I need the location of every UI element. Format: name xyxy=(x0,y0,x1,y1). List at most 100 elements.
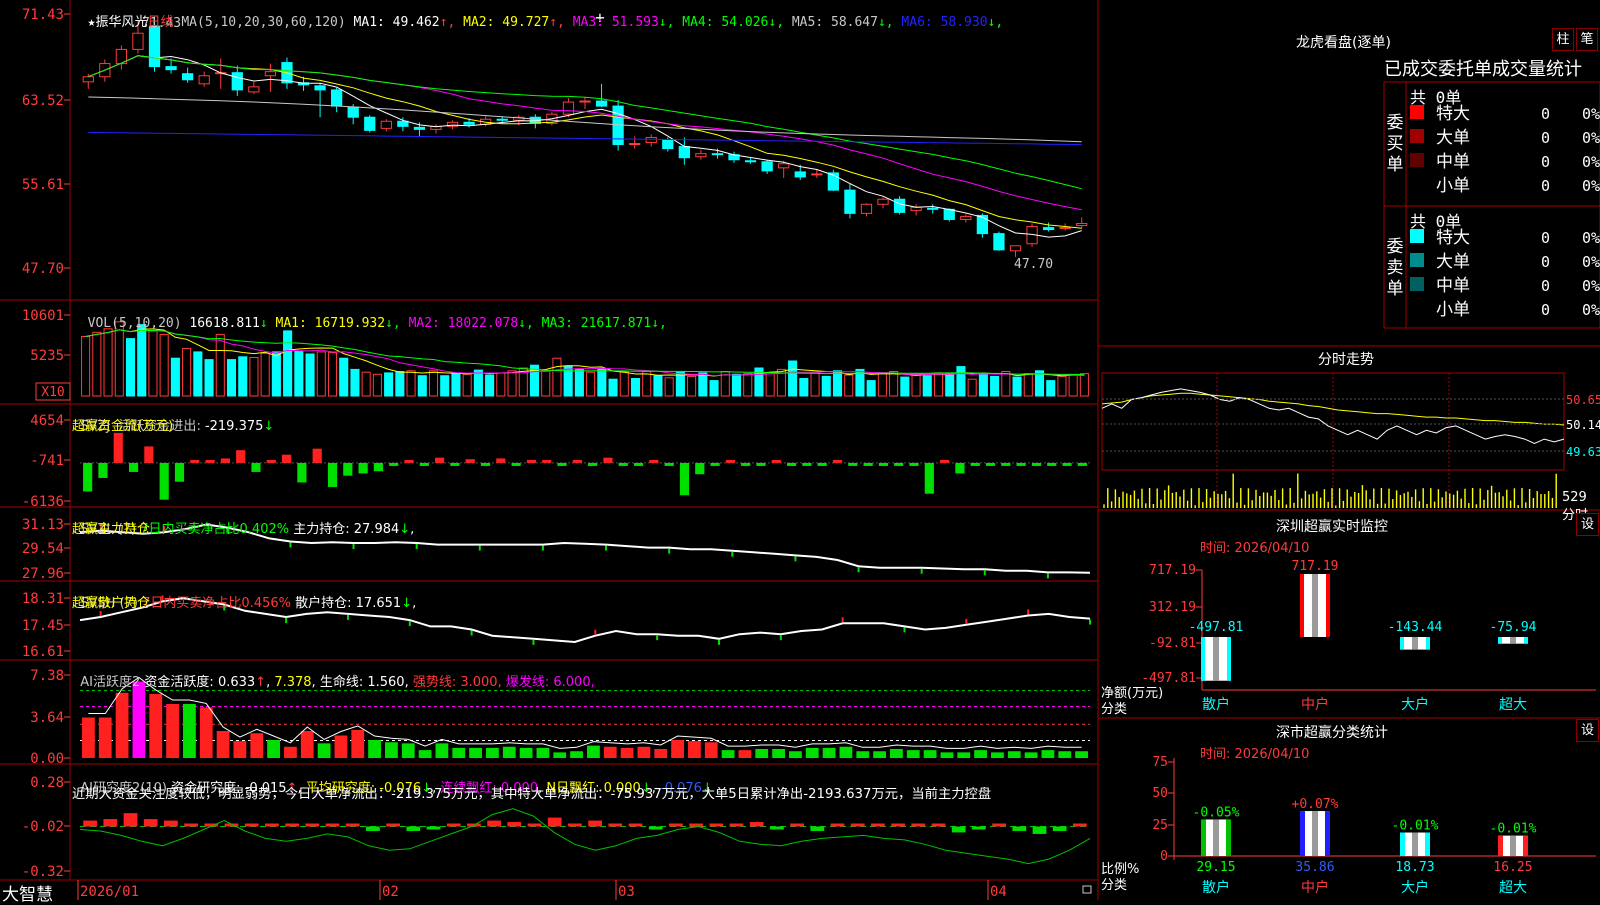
volume-bar xyxy=(1057,375,1067,397)
volume-bar xyxy=(866,380,876,397)
ai-active-bar xyxy=(216,731,230,758)
svzj-bar xyxy=(863,462,873,466)
svzj-bar xyxy=(741,462,751,466)
tab-orders[interactable]: 委托单 xyxy=(1438,59,1492,80)
svzj-bar xyxy=(435,457,445,463)
ai-active-bar xyxy=(334,735,348,758)
volume-bar xyxy=(305,353,315,397)
pen-mode-button[interactable]: 笔 xyxy=(1576,28,1598,51)
ai-active-bar xyxy=(957,752,971,758)
svzj-bar xyxy=(588,462,598,466)
brand-label[interactable]: 大智慧 xyxy=(2,880,53,905)
monitor-value-label: -75.94 xyxy=(1490,620,1537,635)
stat-bar-edge xyxy=(1300,811,1305,856)
vol-header: VOL(5,10,20) 16618.811↓ MA1: 16719.932↓,… xyxy=(72,301,667,331)
volume-bar xyxy=(821,375,831,397)
volume-bar xyxy=(687,375,697,397)
candle-body xyxy=(678,146,690,159)
intraday-title[interactable]: 分时走势 xyxy=(1318,349,1374,369)
ai-active-bar xyxy=(923,750,937,758)
stat-category-label: 超大 xyxy=(1499,880,1527,896)
ai-active-header: AI活跃度2 资金活跃度: 0.633↑, 7.378, 生命线: 1.560,… xyxy=(80,675,595,690)
ai-active-value: 0.633 xyxy=(217,675,256,690)
ai-active-bar xyxy=(250,733,264,758)
svzj-bar xyxy=(878,462,888,466)
ai-research-bar xyxy=(951,826,966,833)
stat-bar-edge xyxy=(1201,819,1206,856)
stat-settings-button[interactable]: 设 xyxy=(1576,719,1599,742)
x-tick-jan: 2026/01 xyxy=(80,884,139,900)
stat-bar-edge xyxy=(1226,819,1231,856)
candle-body xyxy=(860,203,873,214)
monitor-y-tick: -92.81 xyxy=(1149,636,1196,651)
order-swatch-sell xyxy=(1410,253,1424,267)
svzj-bar xyxy=(159,462,169,500)
ma-label-ma2: MA2: 18022.078 xyxy=(400,316,519,331)
volume-bar xyxy=(1012,376,1022,397)
ma-label-ma2: MA2: 49.727 xyxy=(455,15,550,30)
volume-bar xyxy=(731,373,742,397)
ai-research-bar xyxy=(669,823,683,827)
candle-body xyxy=(1059,227,1071,230)
svzj-bar xyxy=(679,462,690,496)
volume-bar xyxy=(496,372,506,397)
ai-research-bar xyxy=(608,823,623,827)
ai-research-bar xyxy=(850,823,865,827)
candle-body xyxy=(893,198,906,213)
y-tick-label: 0.00 xyxy=(30,751,64,767)
volume-bar xyxy=(743,373,753,397)
svzj-bar xyxy=(343,462,353,476)
candle-body xyxy=(380,120,392,129)
bar-mode-button[interactable]: 柱 xyxy=(1552,28,1574,51)
ai-active-bar xyxy=(839,746,853,758)
svzj-bar xyxy=(970,462,980,466)
candle-body xyxy=(993,233,1005,251)
ma-label-ma5: MA5: 58.647 xyxy=(784,15,878,30)
svzj-bar xyxy=(373,462,383,472)
y-tick-label: 63.52 xyxy=(22,93,64,109)
ai-research-bar xyxy=(830,823,845,827)
candle-body xyxy=(943,208,955,220)
monitor-cat-label: 分类 xyxy=(1101,702,1128,717)
chart-canvas[interactable]: 71.43 63.52 55.61 47.70 10601 5235 4654 -741 -61… xyxy=(0,0,1600,900)
ai-research-bar xyxy=(1073,823,1087,827)
svzj-bar xyxy=(787,462,797,466)
svsh-sublabel: 超赢散户持仓 xyxy=(72,596,151,611)
period-label[interactable]: 日线 xyxy=(148,15,174,30)
candle-body xyxy=(844,189,856,214)
svzl-tick-mark xyxy=(541,545,544,551)
tab-filled[interactable]: 已成交 xyxy=(1384,59,1438,80)
volume-bar xyxy=(967,378,977,397)
order-side-label-buy: 买 xyxy=(1387,134,1404,154)
volume-bar xyxy=(619,371,629,397)
svzj-bar xyxy=(251,462,261,472)
ai-research-bar xyxy=(265,823,279,827)
stat-category-label: 散户 xyxy=(1202,879,1230,896)
ai-comment: 近期大资金关注度较低，明显弱势，今日大单净流出：-219.375万元，其中特大单… xyxy=(72,787,992,802)
svzj-bar xyxy=(144,446,154,463)
ai-active-bar xyxy=(805,747,819,758)
volume-bar xyxy=(395,371,405,397)
stat-bar-core xyxy=(1213,819,1219,856)
intraday-tick-label: 49.63 xyxy=(1566,445,1600,459)
volume-bar xyxy=(260,352,270,397)
order-count-sell: 0 xyxy=(1541,229,1550,247)
ai-research-bar xyxy=(325,823,340,827)
svsh-tick-mark xyxy=(717,639,720,645)
ai-research-bar xyxy=(689,823,703,827)
svsh-tick-mark xyxy=(779,635,782,641)
ai-active-bar xyxy=(1041,750,1055,758)
svzj-bar xyxy=(220,458,230,463)
svzj-bar xyxy=(83,462,93,492)
volume-bar xyxy=(339,357,349,397)
svzl-tick-mark xyxy=(605,545,608,551)
svzl-value: 27.984 xyxy=(353,522,400,537)
candle-body xyxy=(811,173,823,176)
monitor-settings-button[interactable]: 设 xyxy=(1576,513,1599,536)
tab-volume-stats[interactable]: 成交量统计 xyxy=(1492,59,1582,80)
volume-bar xyxy=(283,330,293,397)
volume-bar xyxy=(440,375,450,397)
order-side-label-sell: 委 xyxy=(1387,237,1404,257)
stat-bar-edge xyxy=(1325,811,1330,856)
svzj-bar xyxy=(113,432,123,463)
